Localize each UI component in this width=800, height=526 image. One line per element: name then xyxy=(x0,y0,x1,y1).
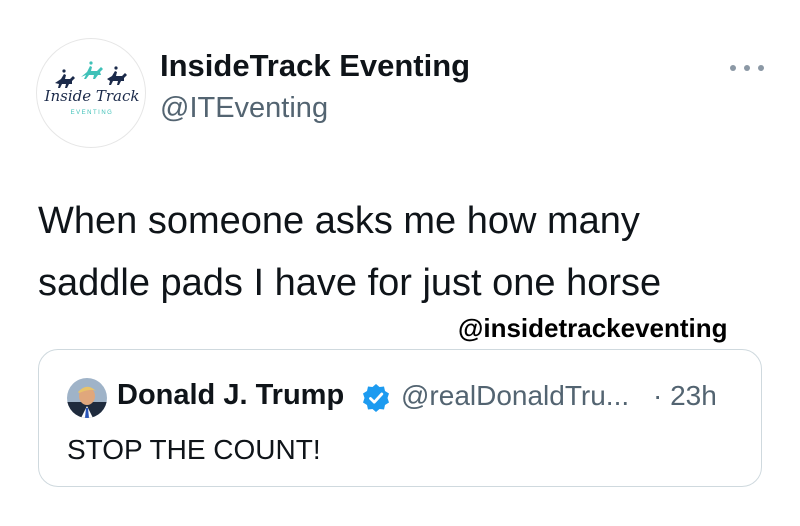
avatar[interactable]: Inside Track EVENTING xyxy=(36,38,146,148)
quoted-display-name[interactable]: Donald J. Trump xyxy=(117,379,344,412)
verified-badge-icon xyxy=(361,383,391,413)
quoted-avatar[interactable] xyxy=(67,378,107,418)
more-horizontal-icon[interactable] xyxy=(730,58,764,78)
quoted-handle[interactable]: @realDonaldTru... xyxy=(401,380,629,412)
quoted-timestamp[interactable]: · 23h xyxy=(653,380,717,412)
user-handle[interactable]: @ITEventing xyxy=(160,92,328,125)
quoted-tweet-text: STOP THE COUNT! xyxy=(67,434,321,465)
inside-track-logo: Inside Track EVENTING xyxy=(44,61,140,116)
logo-script-text: Inside Track xyxy=(44,87,140,105)
logo-subtext: EVENTING xyxy=(71,110,114,116)
more-dot xyxy=(744,65,750,71)
display-name[interactable]: InsideTrack Eventing xyxy=(160,48,470,84)
quoted-tweet[interactable]: Donald J. Trump @realDonaldTru... · 23h … xyxy=(38,349,762,487)
watermark-text: @insidetrackeventing xyxy=(458,313,728,343)
more-dot xyxy=(730,65,736,71)
tweet-card: Inside Track EVENTING InsideTrack Eventi… xyxy=(0,0,800,526)
more-dot xyxy=(758,65,764,71)
tweet-text: When someone asks me how many saddle pad… xyxy=(38,200,662,304)
